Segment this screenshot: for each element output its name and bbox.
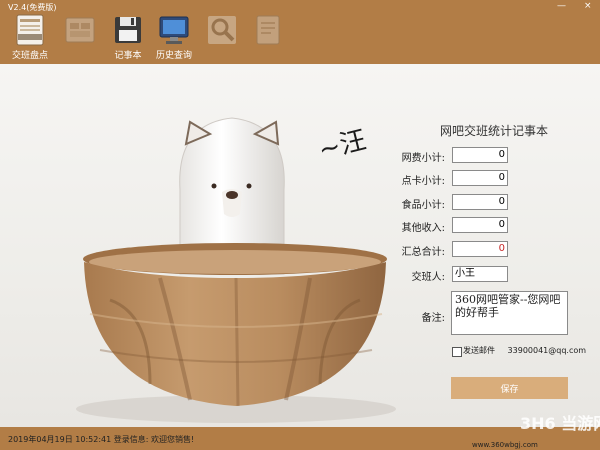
window-title: V2.4(免费版)	[8, 3, 57, 12]
toolbar-search-button[interactable]	[198, 14, 246, 60]
field-food-fee: 食品小计: 0	[0, 194, 600, 212]
app-window: V2.4(免费版) — × 交班盘点 记事本 历史查询 ~汪 网吧交班统计记事本…	[0, 0, 600, 450]
floppy-disk-icon	[112, 14, 144, 46]
toolbar-history-label: 历史查询	[155, 51, 192, 61]
toolbar-notepad-button[interactable]: 记事本	[104, 14, 152, 61]
card-fee-input[interactable]: 0	[452, 170, 508, 186]
send-email-checkbox[interactable]	[452, 347, 462, 357]
send-email-text: 发送邮件	[463, 346, 495, 355]
main-area: ~汪 网吧交班统计记事本 网费小计: 0 点卡小计: 0 食品小计: 0 其他收…	[0, 64, 600, 427]
form-title: 网吧交班统计记事本	[440, 124, 549, 138]
close-button[interactable]: ×	[584, 2, 592, 11]
toolbar-film-button[interactable]	[56, 14, 104, 60]
toolbar-document-button[interactable]	[244, 14, 292, 60]
send-email-label: 发送邮件 33900041@qq.com	[463, 345, 586, 356]
total-input[interactable]: 0	[452, 241, 508, 257]
email-address: 33900041@qq.com	[507, 346, 587, 355]
toolbar-handover-button[interactable]: 交班盘点	[6, 14, 54, 61]
document-icon	[252, 14, 284, 46]
field-label: 点卡小计:	[401, 176, 445, 187]
other-income-input[interactable]: 0	[452, 217, 508, 233]
toolbar-history-button[interactable]: 历史查询	[150, 14, 198, 61]
field-network-fee: 网费小计: 0	[0, 147, 600, 165]
magnifier-icon	[206, 14, 238, 46]
toolbar-notepad-label: 记事本	[114, 51, 142, 61]
network-fee-input[interactable]: 0	[452, 147, 508, 163]
monitor-icon	[158, 14, 190, 46]
save-button[interactable]: 保存	[451, 377, 568, 399]
field-label: 其他收入:	[401, 223, 445, 234]
status-url: www.360wbgj.com	[472, 441, 538, 449]
title-bar: V2.4(免费版) — × 交班盘点 记事本 历史查询	[0, 0, 600, 64]
food-fee-input[interactable]: 0	[452, 194, 508, 210]
field-total: 汇总合计: 0	[0, 241, 600, 259]
clipboard-icon	[14, 14, 46, 46]
minimize-button[interactable]: —	[557, 2, 566, 11]
field-label: 食品小计:	[401, 200, 445, 211]
field-label: 网费小计:	[401, 153, 445, 164]
field-card-fee: 点卡小计: 0	[0, 170, 600, 188]
handover-input[interactable]: 小王	[452, 266, 508, 282]
watermark: 3H6 当游网	[520, 414, 600, 433]
toolbar-handover-label: 交班盘点	[11, 51, 48, 61]
field-other-income: 其他收入: 0	[0, 217, 600, 235]
field-handover: 交班人: 小王	[0, 266, 600, 284]
film-icon	[64, 14, 96, 46]
status-text: 2019年04月19日 10:52:41 登录信息: 欢迎您销售!	[8, 435, 195, 444]
handover-label: 交班人:	[411, 272, 445, 283]
remark-label: 备注:	[421, 313, 445, 324]
field-label: 汇总合计:	[401, 247, 445, 258]
status-bar: 2019年04月19日 10:52:41 登录信息: 欢迎您销售! www.36…	[0, 427, 600, 450]
remark-textarea[interactable]: 360网吧管家--您网吧的好帮手	[451, 291, 568, 335]
